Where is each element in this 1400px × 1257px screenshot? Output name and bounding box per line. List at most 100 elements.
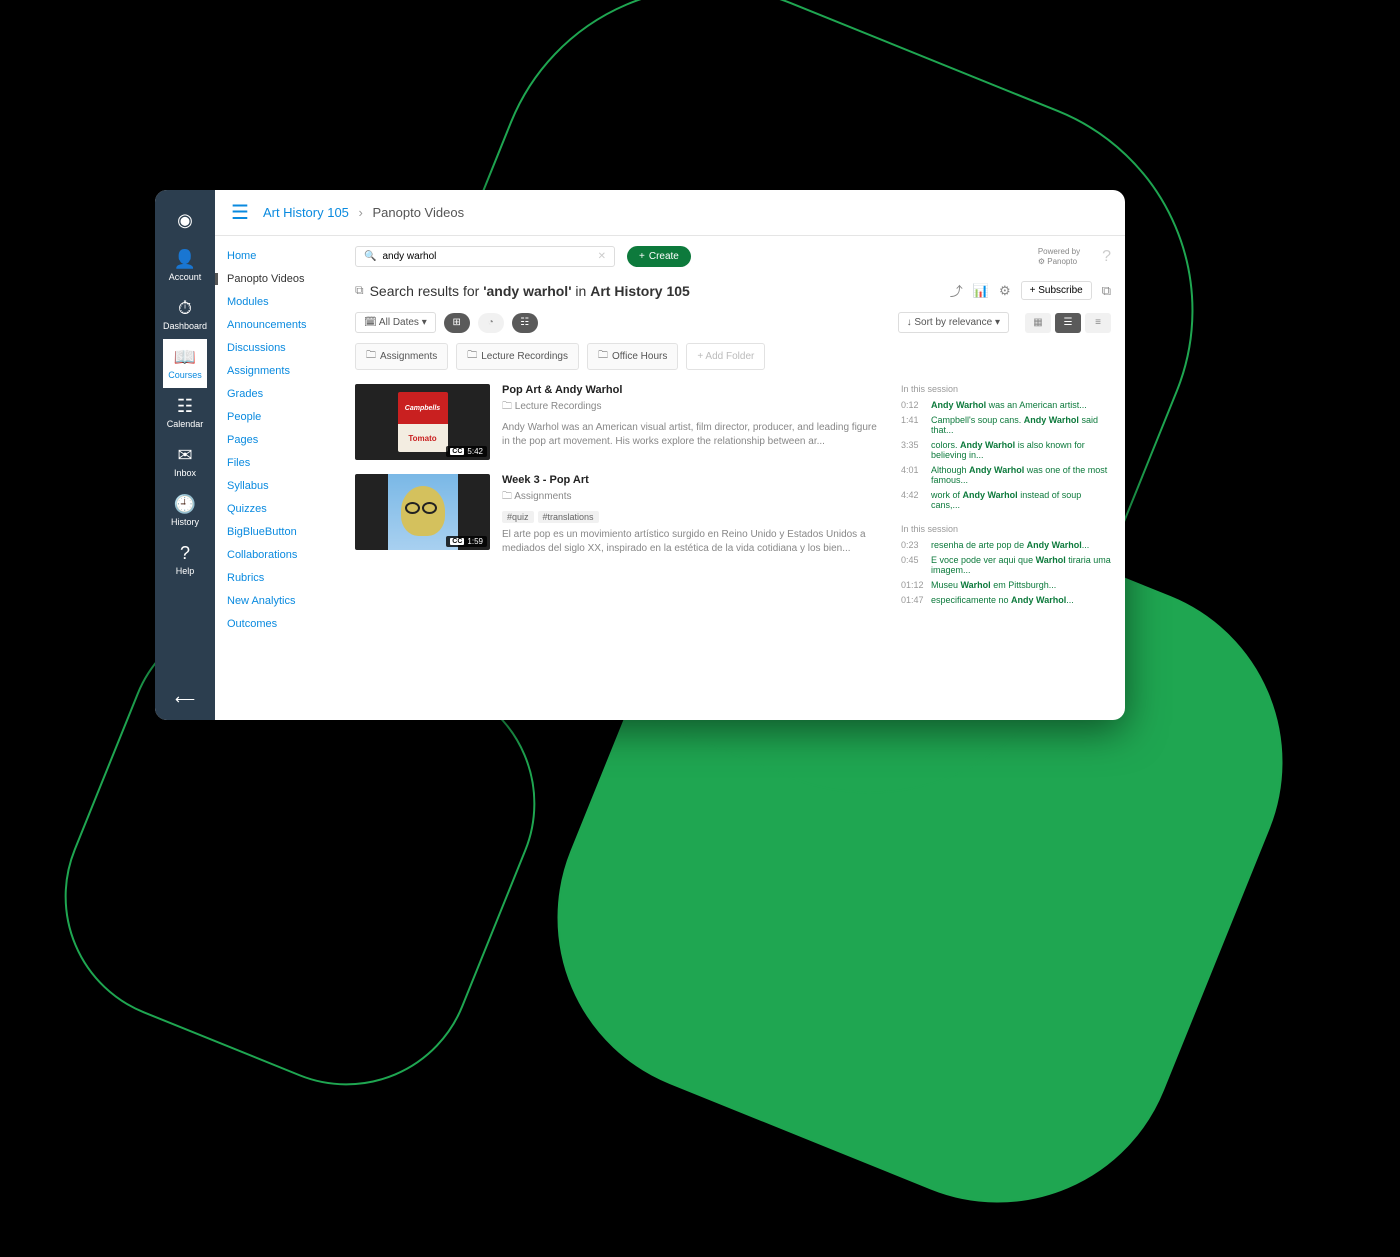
nav-label: Help (176, 566, 195, 576)
nav-label: History (171, 517, 199, 527)
transcript-line[interactable]: 0:23resenha de arte pop de Andy Warhol..… (901, 540, 1111, 550)
course-nav-item[interactable]: Modules (227, 296, 343, 308)
clear-search-icon[interactable]: ✕ (598, 251, 606, 262)
gear-icon[interactable]: ⚙ (999, 283, 1011, 299)
help-icon: ? (180, 543, 190, 564)
video-title[interactable]: Week 3 - Pop Art (502, 474, 881, 486)
transcript-line[interactable]: 1:41Campbell's soup cans. Andy Warhol sa… (901, 415, 1111, 435)
filter-pill-2[interactable]: ◔ (478, 313, 504, 333)
view-list-icon[interactable]: ☰ (1055, 313, 1081, 333)
dashboard-icon: ⏱ (178, 298, 192, 319)
dates-filter[interactable]: 🗓 All Dates ▾ (355, 312, 436, 333)
tag[interactable]: #quiz (502, 511, 534, 523)
video-title[interactable]: Pop Art & Andy Warhol (502, 384, 881, 396)
transcript-line[interactable]: 4:01Although Andy Warhol was one of the … (901, 465, 1111, 485)
cc-icon: CC (450, 448, 464, 455)
folder-chip[interactable]: 🗀Assignments (355, 343, 448, 370)
folder-icon: 🗀 (467, 348, 477, 365)
folder-chip[interactable]: 🗀Office Hours (587, 343, 678, 370)
stats-icon[interactable]: 📊 (973, 283, 989, 299)
timestamp: 3:35 (901, 440, 925, 460)
history-icon: 🕘 (174, 494, 196, 515)
add-folder-button[interactable]: + Add Folder (686, 343, 765, 370)
course-nav-item[interactable]: Grades (227, 388, 343, 400)
timestamp: 0:12 (901, 400, 925, 410)
courses-icon: 📖 (174, 347, 196, 368)
help-icon[interactable]: ? (1102, 248, 1111, 266)
course-nav-item[interactable]: Rubrics (227, 572, 343, 584)
create-button[interactable]: + Create (627, 246, 691, 267)
course-nav-item[interactable]: New Analytics (227, 595, 343, 607)
video-row: CC1:59 Week 3 - Pop Art 🗀 Assignments #quiz… (355, 474, 881, 556)
course-nav-item[interactable]: Assignments (227, 365, 343, 377)
nav-inbox[interactable]: ✉Inbox (163, 437, 207, 486)
nav-history[interactable]: 🕘 History (163, 486, 207, 535)
nav-account[interactable]: 👤Account (163, 241, 207, 290)
transcript-line[interactable]: 01:47especificamente no Andy Warhol... (901, 595, 1111, 605)
plus-icon: + (639, 251, 645, 262)
course-nav-item[interactable]: Files (227, 457, 343, 469)
search-input[interactable]: 🔍 andy warhol ✕ (355, 246, 615, 267)
course-nav-item[interactable]: Announcements (227, 319, 343, 331)
transcript-line[interactable]: 4:42work of Andy Warhol instead of soup … (901, 490, 1111, 510)
transcript-line[interactable]: 0:12Andy Warhol was an American artist..… (901, 400, 1111, 410)
nav-label: Account (169, 272, 202, 282)
search-value: andy warhol (382, 251, 436, 262)
transcript-line[interactable]: 01:12Museu Warhol em Pittsburgh... (901, 580, 1111, 590)
topbar: ☰ Art History 105 › Panopto Videos (215, 190, 1125, 236)
course-nav-item[interactable]: Discussions (227, 342, 343, 354)
breadcrumb: Art History 105 › Panopto Videos (263, 205, 464, 220)
course-nav-item[interactable]: Pages (227, 434, 343, 446)
video-thumbnail[interactable]: CC1:59 (355, 474, 490, 550)
video-folder[interactable]: 🗀 Assignments (502, 489, 881, 506)
nav-calendar[interactable]: ☷ Calendar (163, 388, 207, 437)
course-nav-item[interactable]: Outcomes (227, 618, 343, 630)
filter-pill-3[interactable]: ☷ (512, 313, 538, 333)
timestamp: 4:01 (901, 465, 925, 485)
cc-icon: CC (450, 538, 464, 545)
course-nav-item[interactable]: Syllabus (227, 480, 343, 492)
view-grid-icon[interactable]: ▦ (1025, 313, 1051, 333)
breadcrumb-course[interactable]: Art History 105 (263, 205, 349, 220)
global-nav: ◉👤Account⏱Dashboard 📖 Courses ☷ Calendar ✉Inb… (155, 190, 215, 720)
duration-badge: CC5:42 (446, 446, 487, 457)
transcript-line[interactable]: 0:45E voce pode ver aqui que Warhol tira… (901, 555, 1111, 575)
share-icon[interactable]: ⤴ (950, 281, 963, 300)
course-nav-item[interactable]: BigBlueButton (227, 526, 343, 538)
calendar-icon: ☷ (177, 396, 193, 417)
filter-pill-1[interactable]: ⊞ (444, 313, 470, 333)
course-nav: Home Panopto Videos Modules Announcements Di… (215, 236, 355, 720)
folder-icon: 🗀 (366, 348, 376, 365)
video-description: El arte pop es un movimiento artístico s… (502, 528, 881, 556)
transcript-block: In this session 0:12Andy Warhol was an Am… (901, 384, 1111, 510)
nav-label: Calendar (167, 419, 204, 429)
course-nav-item[interactable]: Panopto Videos (215, 273, 343, 285)
course-nav-item[interactable]: Quizzes (227, 503, 343, 515)
timestamp: 1:41 (901, 415, 925, 435)
view-detail-icon[interactable]: ≡ (1085, 313, 1111, 333)
folder-chip[interactable]: 🗀Lecture Recordings (456, 343, 579, 370)
nav-courses[interactable]: 📖 Courses (163, 339, 207, 388)
transcript-line[interactable]: 3:35colors. Andy Warhol is also known fo… (901, 440, 1111, 460)
subscribe-button[interactable]: + Subscribe (1021, 281, 1092, 300)
transcript-block: In this session0:23resenha de arte pop d… (901, 524, 1111, 605)
video-folder[interactable]: 🗀 Lecture Recordings (502, 399, 881, 416)
nav-logo-icon[interactable]: ◉ (163, 202, 207, 241)
menu-icon[interactable]: ☰ (231, 200, 249, 225)
sort-dropdown[interactable]: ↓ Sort by relevance ▾ (898, 312, 1009, 333)
results-title: Search results for 'andy warhol' in Art … (370, 283, 690, 299)
nav-help[interactable]: ? Help (163, 535, 207, 584)
open-external-icon[interactable]: ⧉ (1102, 283, 1111, 299)
timestamp: 01:47 (901, 595, 925, 605)
video-thumbnail[interactable]: CampbellsTomatoCC5:42 (355, 384, 490, 460)
nav-label: Courses (168, 370, 202, 380)
inbox-icon: ✉ (177, 445, 192, 466)
nav-dashboard[interactable]: ⏱Dashboard (163, 290, 207, 339)
collapse-nav-icon[interactable]: ⟵ (175, 679, 195, 720)
course-nav-item[interactable]: Home (227, 250, 343, 262)
transcript-header: In this session (901, 384, 1111, 394)
tag[interactable]: #translations (538, 511, 599, 523)
powered-by: Powered by⚙ Panopto (1038, 247, 1080, 266)
course-nav-item[interactable]: Collaborations (227, 549, 343, 561)
course-nav-item[interactable]: People (227, 411, 343, 423)
